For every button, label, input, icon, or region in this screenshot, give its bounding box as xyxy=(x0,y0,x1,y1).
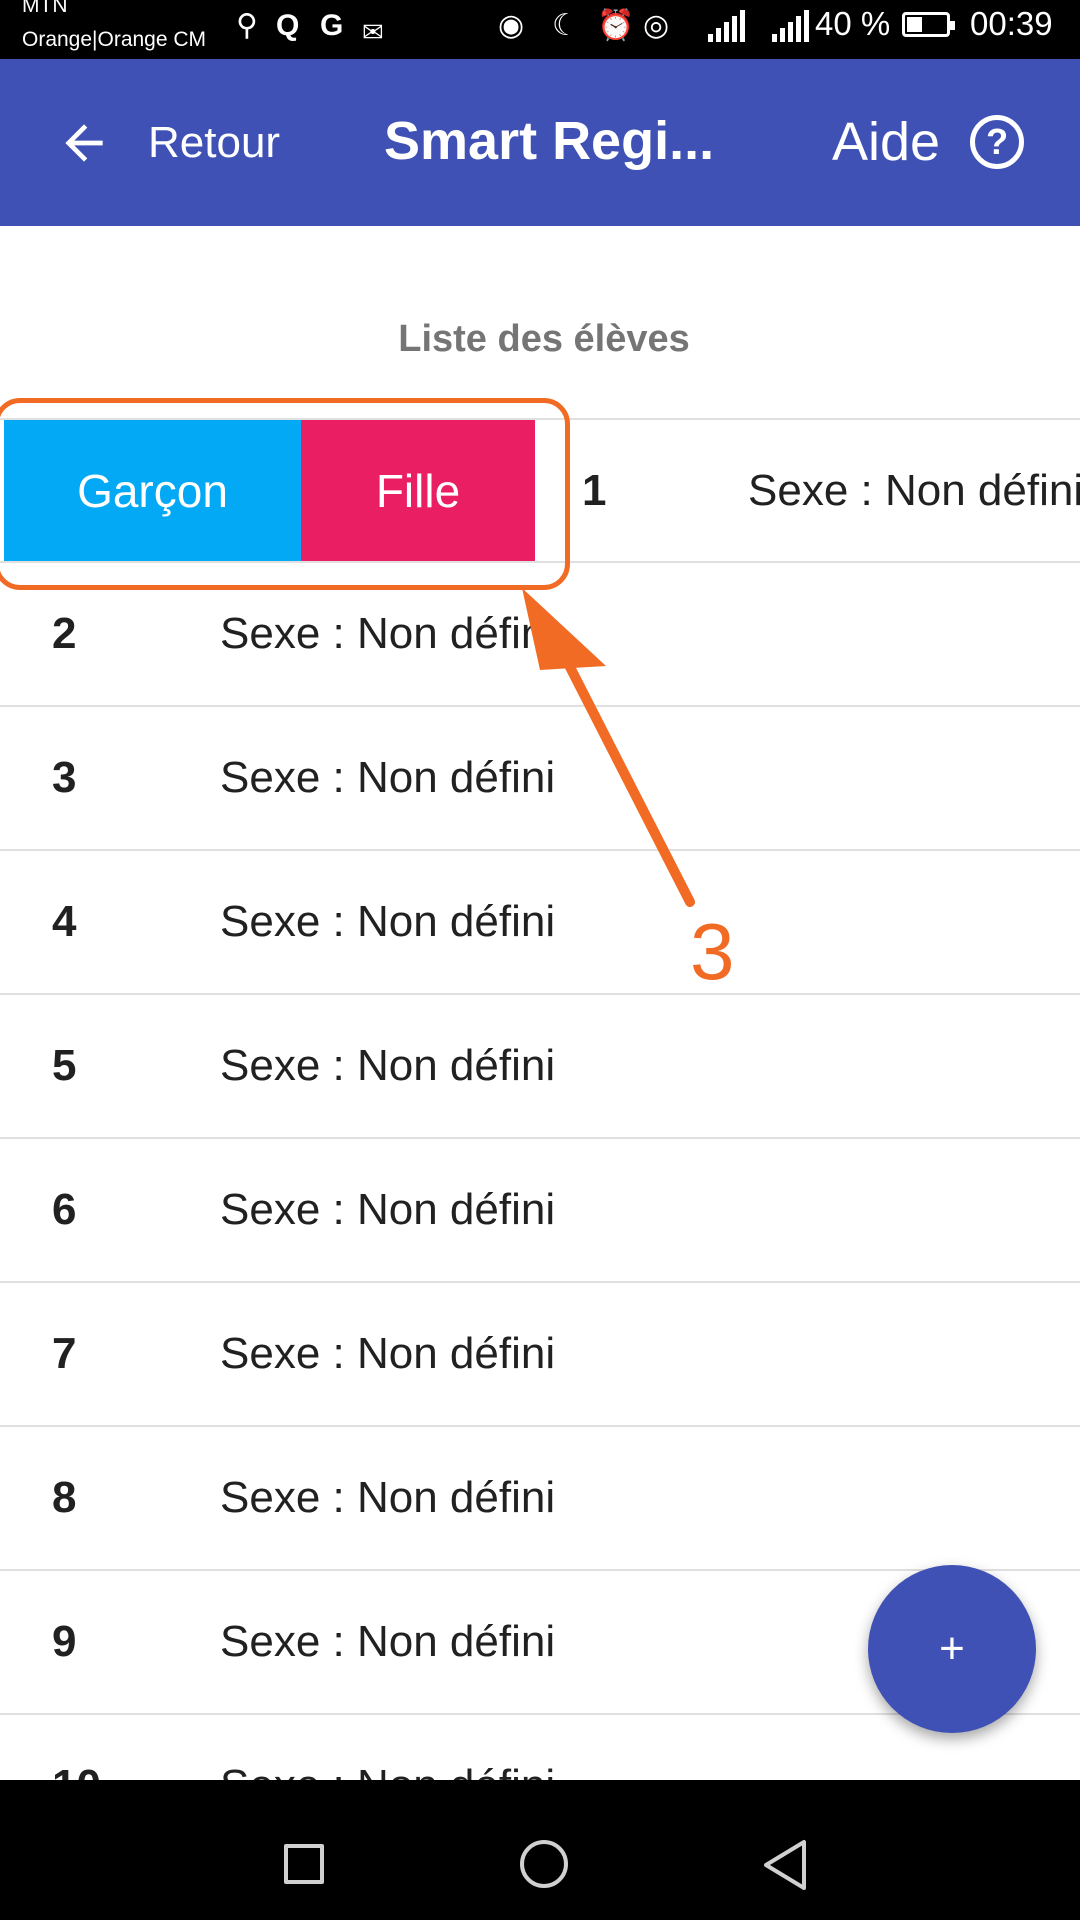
alarm-icon: ⏰ xyxy=(597,9,635,42)
eye-icon: ◎ xyxy=(643,9,670,42)
student-number: 5 xyxy=(52,1041,77,1090)
app-bar: Retour Smart Regi... Aide ? xyxy=(0,59,1080,226)
page-title: Smart Regi... xyxy=(384,111,715,171)
student-number: 8 xyxy=(52,1473,77,1522)
student-number: 7 xyxy=(52,1329,77,1378)
student-sex: Sexe : Non défini xyxy=(220,1617,556,1666)
hotspot-icon: ◉ xyxy=(498,9,525,42)
student-number: 10 xyxy=(52,1715,101,1780)
student-number: 3 xyxy=(52,753,77,802)
moon-icon: ☾ xyxy=(552,9,579,42)
help-label: Aide xyxy=(832,112,941,172)
add-student-button[interactable]: + xyxy=(868,1565,1036,1733)
usb-icon: ⚲ xyxy=(236,9,258,42)
recent-apps-icon[interactable] xyxy=(284,1844,324,1884)
navigation-bar xyxy=(0,1780,1080,1920)
clock: 00:39 xyxy=(970,5,1053,42)
student-sex: Sexe : Non défini xyxy=(220,1473,556,1522)
list-item[interactable]: 5 Sexe : Non défini xyxy=(0,993,1080,1136)
list-heading: Liste des élèves xyxy=(398,318,690,360)
home-icon[interactable] xyxy=(520,1840,568,1888)
list-item[interactable]: 7 Sexe : Non défini xyxy=(0,1281,1080,1424)
back-label: Retour xyxy=(148,118,281,167)
status-bar: MTN Orange|Orange CM ⚲ Q G ✉ ◉ ☾ ⏰ ◎ 40 … xyxy=(0,0,1080,59)
list-item[interactable]: 8 Sexe : Non défini xyxy=(0,1425,1080,1568)
annotation-arrow-icon xyxy=(522,588,695,907)
student-number: 4 xyxy=(52,897,77,946)
mail-settings-icon: ✉ xyxy=(362,17,384,47)
annotation-step-number: 3 xyxy=(690,907,735,996)
back-button[interactable]: Retour xyxy=(56,111,280,175)
student-sex: Sexe : Non défini xyxy=(748,466,1080,515)
help-button[interactable]: Aide ? xyxy=(832,109,1025,175)
battery-percent: 40 % xyxy=(815,5,891,42)
carrier-name-secondary: Orange|Orange CM xyxy=(22,28,207,51)
student-sex: Sexe : Non défini xyxy=(220,1041,556,1090)
annotation-highlight-box xyxy=(0,398,570,590)
signal-icon xyxy=(708,10,748,42)
arrow-left-icon xyxy=(65,124,103,162)
carrier-name: MTN xyxy=(22,0,68,17)
student-number: 6 xyxy=(52,1185,77,1234)
q-icon: Q xyxy=(276,9,300,42)
student-sex: Sexe : Non défini xyxy=(220,1715,555,1780)
battery-level xyxy=(907,17,922,32)
student-sex: Sexe : Non défini xyxy=(220,1185,556,1234)
student-number: 9 xyxy=(52,1617,77,1666)
google-icon: G xyxy=(320,9,344,42)
battery-icon xyxy=(902,12,955,37)
help-circle-icon: ? xyxy=(970,115,1025,169)
back-icon[interactable] xyxy=(760,1838,810,1892)
signal-icon xyxy=(772,10,812,42)
student-sex: Sexe : Non défini xyxy=(220,1329,556,1378)
list-item[interactable]: 6 Sexe : Non défini xyxy=(0,1137,1080,1280)
student-number: 1 xyxy=(582,466,607,515)
